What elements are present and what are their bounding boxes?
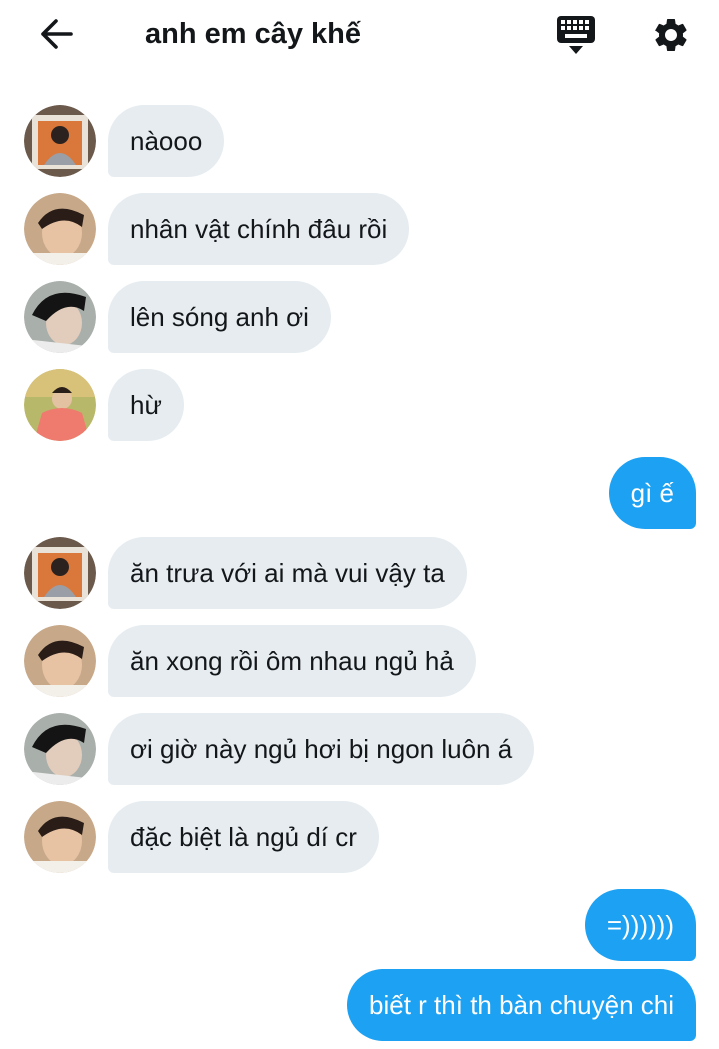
message-row: ơi giờ này ngủ hơi bị ngon luôn á (0, 713, 719, 785)
message-bubble-outgoing[interactable]: biết r thì th bàn chuyện chi (347, 969, 696, 1041)
avatar-member-2[interactable] (24, 193, 96, 265)
settings-button[interactable] (648, 12, 694, 58)
message-bubble-incoming[interactable]: hừ (108, 369, 184, 441)
avatar-member-2[interactable] (24, 801, 96, 873)
message-bubble-incoming[interactable]: ăn trưa với ai mà vui vậy ta (108, 537, 467, 609)
message-row: lên sóng anh ơi (0, 281, 719, 353)
avatar-member-1[interactable] (24, 105, 96, 177)
gear-icon (654, 18, 687, 51)
avatar-member-3[interactable] (24, 713, 96, 785)
back-button[interactable] (34, 14, 78, 54)
arrow-left-icon (41, 19, 73, 49)
keyboard-toggle-button[interactable] (553, 12, 599, 58)
avatar-member-3[interactable] (24, 281, 96, 353)
message-bubble-incoming[interactable]: nàooo (108, 105, 225, 177)
message-row: nàooo (0, 105, 719, 177)
message-row: ăn trưa với ai mà vui vậy ta (0, 537, 719, 609)
message-bubble-outgoing[interactable]: =)))))) (584, 889, 696, 961)
message-bubble-incoming[interactable]: nhân vật chính đâu rồi (108, 193, 410, 265)
message-row: nhân vật chính đâu rồi (0, 193, 719, 265)
message-row: đặc biệt là ngủ dí cr (0, 801, 719, 873)
message-bubble-outgoing[interactable]: gì ế (608, 457, 696, 529)
avatar-member-4[interactable] (24, 369, 96, 441)
avatar-member-2[interactable] (24, 625, 96, 697)
message-bubble-incoming[interactable]: ăn xong rồi ôm nhau ngủ hả (108, 625, 476, 697)
message-row: biết r thì th bàn chuyện chi (0, 969, 719, 1041)
keyboard-icon (557, 16, 595, 54)
message-row: ăn xong rồi ôm nhau ngủ hả (0, 625, 719, 697)
message-bubble-incoming[interactable]: đặc biệt là ngủ dí cr (108, 801, 379, 873)
conversation-header: anh em cây khế (0, 0, 719, 70)
message-row: hừ (0, 369, 719, 441)
message-row: =)))))) (0, 889, 719, 961)
avatar-member-1[interactable] (24, 537, 96, 609)
message-row: gì ế (0, 457, 719, 529)
conversation-title: anh em cây khế (145, 18, 361, 50)
message-bubble-incoming[interactable]: lên sóng anh ơi (108, 281, 331, 353)
message-bubble-incoming[interactable]: ơi giờ này ngủ hơi bị ngon luôn á (108, 713, 535, 785)
